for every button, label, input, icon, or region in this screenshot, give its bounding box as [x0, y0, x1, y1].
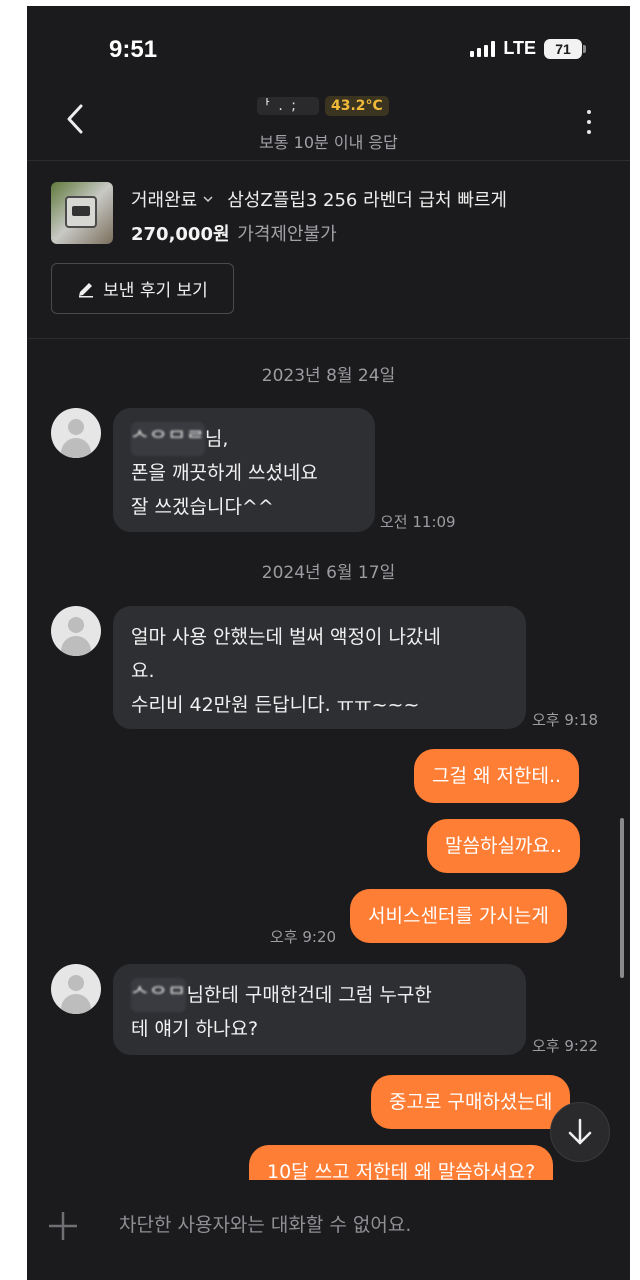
message-bubble-outgoing: 그걸 왜 저한테..: [414, 749, 580, 803]
status-time: 9:51: [109, 36, 158, 63]
product-title: 삼성Z플립3 256 라벤더 급처 빠르게: [227, 190, 507, 211]
arrow-down-icon: [568, 1118, 592, 1145]
chevron-down-icon[interactable]: [203, 194, 213, 204]
chat-screen: 9:51 LTE 71 ᅡ . ; 43.2°C 보통 10분 이내 응답 거래…: [27, 6, 630, 1280]
review-button-label: 보낸 후기 보기: [103, 281, 208, 301]
avatar[interactable]: [51, 606, 101, 656]
product-price-row: 270,000원 가격제안불가: [131, 220, 337, 246]
product-divider: [27, 338, 630, 339]
battery-icon: 71: [544, 38, 586, 59]
message-input-bar: 차단한 사용자와는 대화할 수 없어요.: [27, 1180, 630, 1280]
avatar[interactable]: [51, 408, 101, 458]
masked-name: ᄉᄋᄆ: [131, 978, 187, 1012]
price-note: 가격제안불가: [237, 224, 337, 245]
pencil-icon: [79, 282, 94, 297]
message-bubble-incoming: ᄉᄋᄆ님한테 구매한건데 그럼 누구한 테 얘기 하나요?: [113, 964, 526, 1055]
status-indicators: LTE 71: [470, 38, 586, 59]
product-thumbnail: [51, 182, 113, 244]
trade-status[interactable]: 거래완료: [131, 186, 197, 212]
message-text: 님,: [204, 428, 229, 450]
message-text: 님한테 구매한건데 그럼 누구한: [186, 984, 432, 1006]
message-bubble-outgoing: 서비스센터를 가시는게: [350, 889, 567, 943]
message-text: 테 얘기 하나요?: [131, 1018, 259, 1040]
message-time: 오후 9:20: [270, 928, 337, 946]
manner-temperature-badge: 43.2°C: [325, 96, 389, 116]
response-time-text: 보통 10분 이내 응답: [259, 133, 398, 152]
product-card[interactable]: 거래완료 삼성Z플립3 256 라벤더 급처 빠르게 270,000원 가격제안…: [51, 182, 611, 246]
message-bubble-incoming: ᄉᄋᄆᄅ님, 폰을 깨끗하게 쓰셨네요 잘 쓰겠습니다^^: [113, 408, 375, 532]
view-sent-review-button[interactable]: 보낸 후기 보기: [51, 263, 234, 314]
product-title-row: 거래완료 삼성Z플립3 256 라벤더 급처 빠르게: [131, 186, 507, 212]
date-separator: 2024년 6월 17일: [261, 563, 396, 583]
product-price: 270,000원: [131, 224, 230, 245]
message-bubble-incoming: 얼마 사용 안했는데 벌써 액정이 나갔네 요. 수리비 42만원 든답니다. …: [113, 606, 526, 729]
header-divider: [27, 160, 630, 161]
masked-name: ᄉᄋᄆᄅ: [131, 422, 205, 456]
avatar[interactable]: [51, 964, 101, 1014]
message-time: 오후 9:18: [532, 711, 599, 729]
message-time: 오전 11:09: [380, 513, 456, 531]
plus-icon[interactable]: [47, 1210, 79, 1242]
message-bubble-outgoing: 말씀하실까요..: [427, 819, 580, 873]
blocked-input-notice: 차단한 사용자와는 대화할 수 없어요.: [119, 1214, 412, 1236]
masked-username: ᅡ . ;: [257, 97, 319, 115]
message-text: 폰을 깨끗하게 쓰셨네요 잘 쓰겠습니다^^: [131, 462, 318, 518]
date-separator: 2023년 8월 24일: [261, 366, 396, 386]
message-time: 오후 9:22: [532, 1037, 599, 1055]
signal-icon: [470, 40, 496, 57]
network-type: LTE: [503, 38, 536, 58]
chat-partner-name[interactable]: ᅡ . ; 43.2°C: [257, 96, 389, 116]
more-options-icon[interactable]: [586, 110, 592, 134]
message-bubble-outgoing: 중고로 구매하셨는데: [371, 1075, 571, 1129]
scroll-to-bottom-button[interactable]: [550, 1102, 610, 1162]
scrollbar[interactable]: [620, 818, 624, 978]
